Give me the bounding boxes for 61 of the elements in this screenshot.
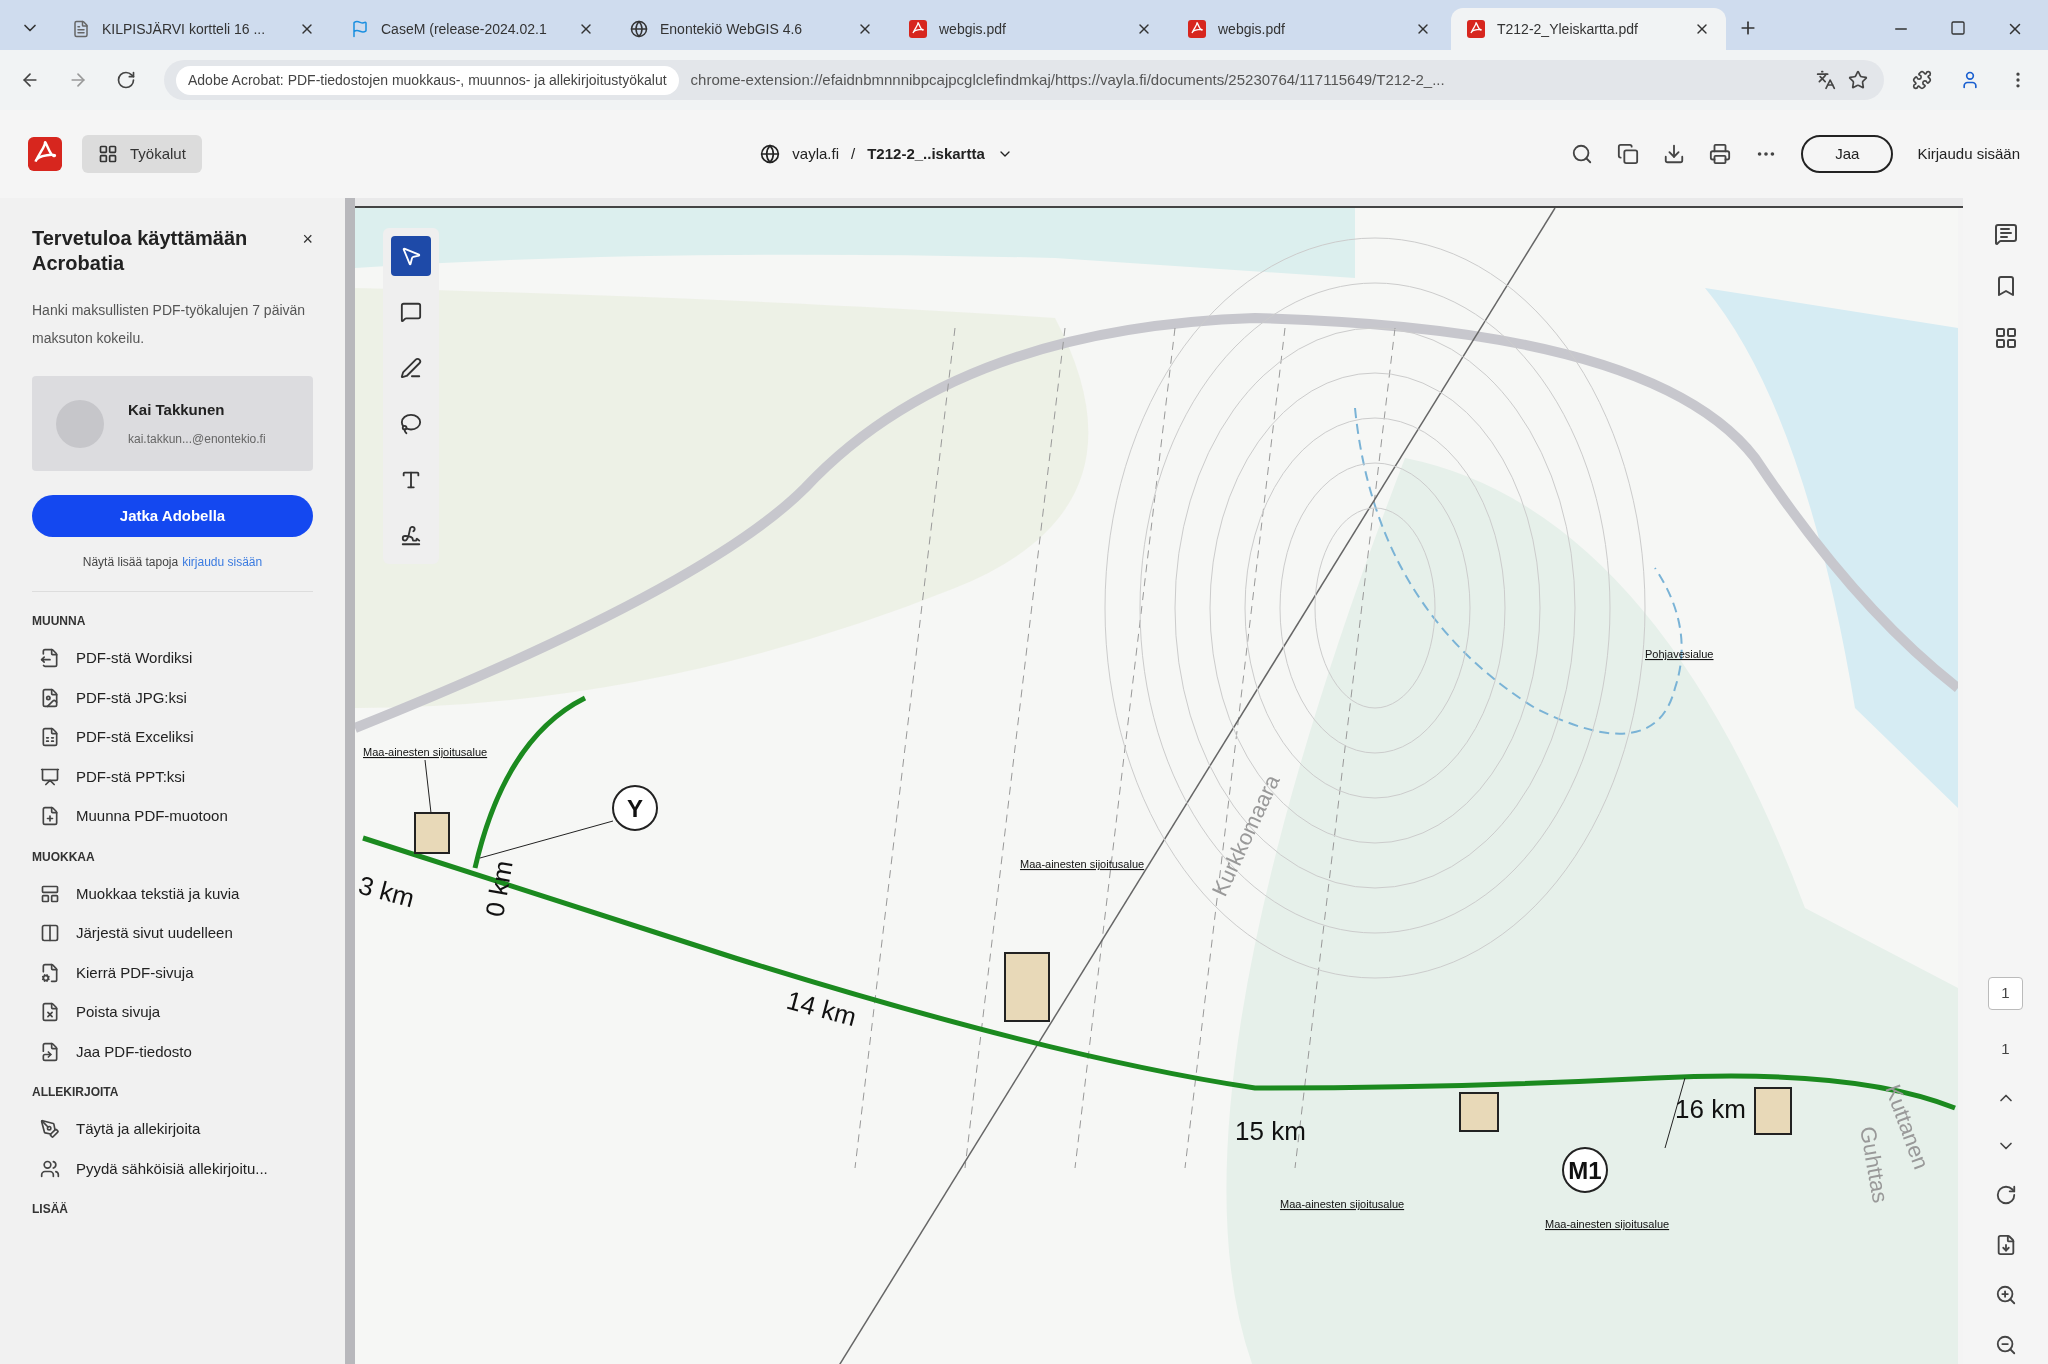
address-field[interactable]: Adobe Acrobat: PDF-tiedostojen muokkaus-, muunnos- ja allekirjoitustyökalut chrome-extension://efaidnbmnnnibpcajpcglclefindmkaj/https://vayla.fi/documents/25230764/117115649/T212-2_... [164, 60, 1884, 100]
map-note: Maa-ainesten sijoitusalue [1545, 1218, 1670, 1230]
account-email: kai.takkun...@enontekio.fi [128, 430, 266, 448]
tool-item[interactable]: Pyydä sähköisiä allekirjoitu... [32, 1157, 313, 1180]
tab-title: KILPISJÄRVI kortteli 16 ... [102, 19, 267, 39]
page-number-field[interactable]: 1 [1988, 977, 2023, 1010]
section-heading: ALLEKIRJOITA [32, 1084, 120, 1101]
browser-tab[interactable]: webgis.pdf [1172, 8, 1447, 50]
map-note: Maa-ainesten sijoitusalue [1020, 858, 1145, 870]
url-text: chrome-extension://efaidnbmnnnibpcajpcglclefindmkaj/https://vayla.fi/documents/25230764/117115649/T212-2_... [690, 69, 1446, 90]
file-name[interactable]: T212-2_..iskartta [867, 142, 985, 166]
tab-title: Enontekiö WebGIS 4.6 [660, 19, 804, 39]
tool-item[interactable]: PDF-stä PPT:ksi [32, 765, 313, 788]
tool-item[interactable]: Täytä ja allekirjoita [32, 1118, 313, 1141]
tool-item[interactable]: Järjestä sivut uudelleen [32, 922, 313, 945]
share-button[interactable]: Jaa [1801, 134, 1894, 174]
panel-title: Tervetuloa käyttämään Acrobatia [32, 226, 249, 276]
account-card[interactable]: Kai Takkunen kai.takkun...@enontekio.fi [32, 376, 313, 471]
distance-label: 14 km [783, 984, 860, 1033]
section-heading: LISÄÄ [32, 1201, 69, 1218]
tool-item[interactable]: Jaa PDF-tiedosto [32, 1040, 313, 1063]
sign-in-link[interactable]: kirjaudu sisään [182, 553, 263, 571]
section-heading: MUUNNA [32, 613, 87, 630]
browser-tab[interactable]: CaseM (release-2024.02.1 [335, 8, 610, 50]
map-note: Pohjavesialue [1645, 648, 1714, 660]
tool-item[interactable]: Kierrä PDF-sivuja [32, 961, 313, 984]
close-button[interactable]: × [302, 226, 313, 253]
map-note: Maa-ainesten sijoitusalue [1280, 1198, 1405, 1210]
tab-title: CaseM (release-2024.02.1 [381, 19, 548, 39]
map-marker: Y [612, 785, 658, 831]
account-name: Kai Takkunen [128, 400, 226, 421]
distance-label: 16 km [1675, 1094, 1746, 1124]
section-heading: MUOKKAA [32, 848, 96, 866]
browser-tab[interactable]: T212-2_Yleiskartta.pdf [1451, 8, 1726, 50]
breadcrumb-separator: / [851, 143, 856, 164]
tool-item[interactable]: Muokkaa tekstiä ja kuvia [32, 882, 313, 905]
tool-item[interactable]: Poista sivuja [32, 1001, 313, 1024]
breadcrumb-site[interactable]: vayla.fi [792, 142, 840, 166]
place-name: Guhttas [1855, 1124, 1894, 1205]
tab-title: T212-2_Yleiskartta.pdf [1497, 19, 1639, 39]
continue-button[interactable]: Jatka Adobella [32, 495, 313, 537]
tab-title: webgis.pdf [1218, 19, 1286, 39]
tool-item[interactable]: PDF-stä Wordiksi [32, 647, 313, 670]
site-info-chip[interactable]: Adobe Acrobat: PDF-tiedostojen muokkaus-, muunnos- ja allekirjoitustyökalut [176, 65, 679, 95]
browser-tab[interactable]: webgis.pdf [893, 8, 1168, 50]
distance-label: 0 km [479, 858, 519, 920]
map-marker: M1 [1562, 1147, 1608, 1193]
panel-description: Hanki maksullisten PDF-työkalujen 7 päivän maksuton kokeilu. [32, 301, 307, 348]
distance-label: 3 km [355, 869, 418, 914]
tool-item[interactable]: PDF-stä JPG:ksi [32, 686, 313, 709]
tab-title: webgis.pdf [939, 19, 1007, 39]
more-options-text: Näytä lisää tapoja [82, 554, 179, 571]
browser-tab[interactable]: KILPISJÄRVI kortteli 16 ... [56, 8, 331, 50]
distance-label: 15 km [1235, 1116, 1306, 1146]
tool-item[interactable]: Muunna PDF-muotoon [32, 805, 313, 828]
sign-in-link[interactable]: Kirjaudu sisään [1917, 142, 2020, 166]
tool-item[interactable]: PDF-stä Exceliksi [32, 726, 313, 749]
browser-tab[interactable]: Enontekiö WebGIS 4.6 [614, 8, 889, 50]
page-count: 1 [2001, 1038, 2010, 1059]
map-note: Maa-ainesten sijoitusalue [363, 746, 488, 758]
tools-button[interactable]: Työkalut [82, 134, 202, 174]
